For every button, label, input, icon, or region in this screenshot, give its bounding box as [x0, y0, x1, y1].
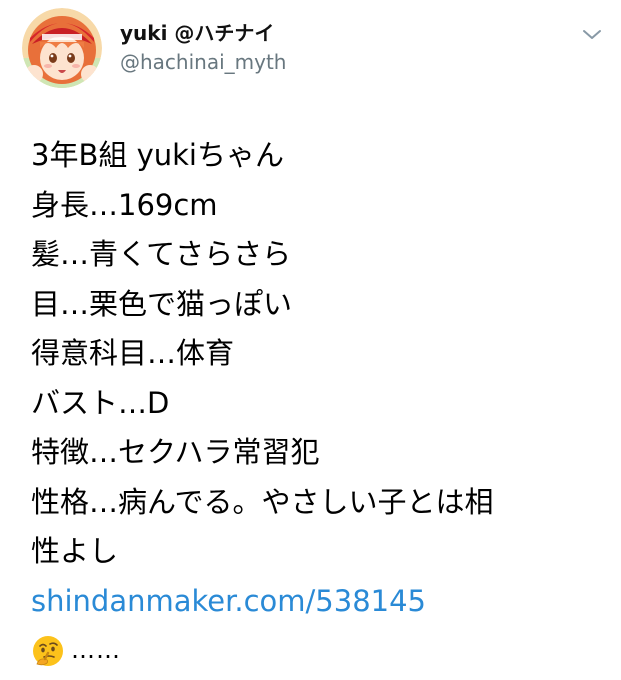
tweet-line: 身長…169cm [31, 187, 218, 222]
tweet-line: 性よし [31, 534, 119, 568]
display-name[interactable]: yuki @ハチナイ [120, 17, 274, 46]
tweet-line: 特徴…セクハラ常習犯 [31, 435, 320, 469]
user-handle[interactable]: @hachinai_myth [120, 50, 286, 74]
avatar[interactable] [22, 8, 102, 88]
thinking-face-emoji-icon [33, 635, 63, 666]
trailing-text: …… [71, 636, 121, 664]
tweet-line: バスト…D [31, 385, 170, 420]
tweet-line: 得意科目…体育 [31, 336, 235, 370]
tweet-line: 3年B組 yukiちゃん [31, 138, 284, 172]
tweet-last-line: …… [31, 626, 601, 676]
anime-avatar-icon [22, 8, 102, 88]
tweet-link[interactable]: shindanmaker.com/538145 [31, 577, 601, 627]
tweet-header: yuki @ハチナイ @hachinai_myth [0, 0, 621, 100]
tweet-line: 髪…青くてさらさら [31, 237, 292, 271]
chevron-down-icon [583, 30, 601, 39]
more-options-button[interactable] [578, 22, 606, 46]
tweet-line: 目…栗色で猫っぽい [31, 286, 293, 321]
tweet-line: 性格…病んでる。やさしい子とは相 [31, 484, 494, 519]
tweet-text: 3年B組 yukiちゃん 身長…169cm 髪…青くてさらさら 目…栗色で猫っぽ… [31, 131, 601, 676]
